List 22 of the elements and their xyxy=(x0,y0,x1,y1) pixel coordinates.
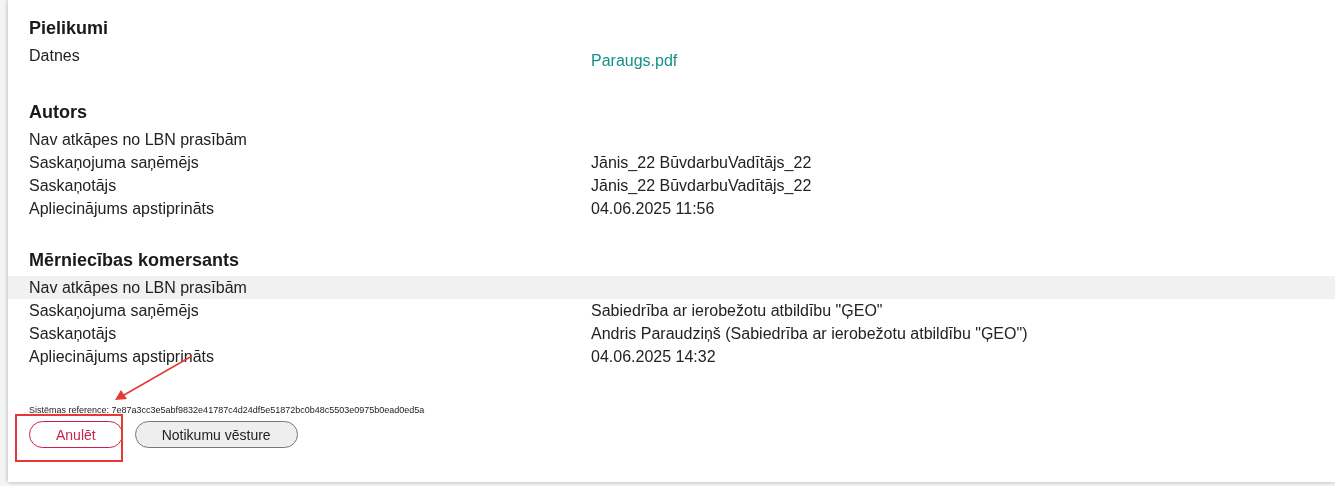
row-label: Datnes xyxy=(29,46,81,66)
row-label: Nav atkāpes no LBN prasībām xyxy=(29,130,248,150)
row-value: 04.06.2025 11:56 xyxy=(591,200,715,217)
cancel-button[interactable]: Anulēt xyxy=(29,421,123,448)
file-link[interactable]: Paraugs.pdf xyxy=(591,49,678,72)
history-button[interactable]: Notikumu vēsture xyxy=(134,421,298,448)
row-value: Sabiedrība ar ierobežotu atbildību "ĢEO" xyxy=(591,302,883,319)
section-heading: Pielikumi xyxy=(28,17,110,40)
row-label: Apliecinājums apstiprināts xyxy=(29,199,215,219)
row-label: Saskaņotājs xyxy=(29,176,118,196)
row-value: Andris Paraudziņš (Sabiedrība ar ierobežotu atbildību "ĢEO") xyxy=(591,325,1028,342)
row-label: Saskaņojuma saņēmējs xyxy=(29,301,200,321)
row-label: Saskaņojuma saņēmējs xyxy=(29,153,200,173)
row-value: Jānis_22 BūvdarbuVadītājs_22 xyxy=(591,177,812,194)
system-reference: Sistēmas reference: 7e87a3cc3e5abf9832e41787c4d24df5e51872bc0b48c5503e0975b0ead0ed5a xyxy=(28,404,426,416)
row-label: Nav atkāpes no LBN prasībām xyxy=(29,278,248,298)
row-value: Jānis_22 BūvdarbuVadītājs_22 xyxy=(591,154,812,171)
row-label: Saskaņotājs xyxy=(29,324,118,344)
row-value: 04.06.2025 14:32 xyxy=(591,348,716,365)
section-heading: Mērniecības komersants xyxy=(28,249,241,272)
row-label: Apliecinājums apstiprināts xyxy=(29,347,215,367)
section-heading: Autors xyxy=(28,101,88,124)
